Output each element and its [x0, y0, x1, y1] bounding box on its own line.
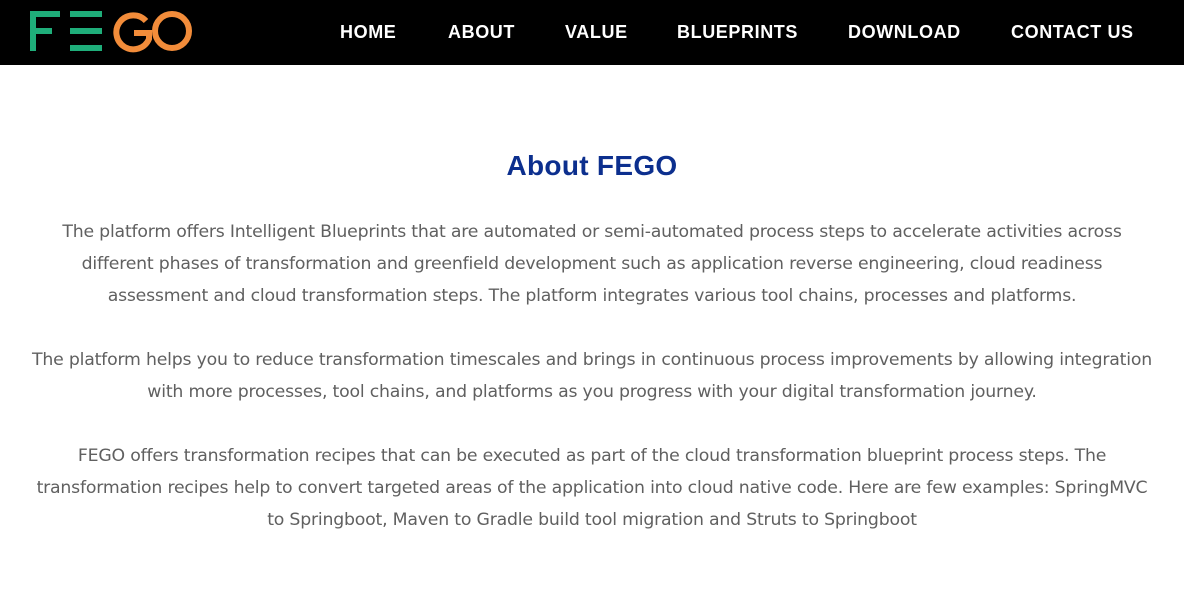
nav-contact-us-link[interactable]: CONTACT US [1011, 20, 1134, 44]
nav-blueprints-link[interactable]: BLUEPRINTS [677, 20, 798, 44]
nav-about-link[interactable]: ABOUT [448, 20, 515, 44]
about-paragraph-recipes: FEGO offers transformation recipes that … [36, 446, 1148, 530]
about-paragraph-blueprints: The platform offers Intelligent Blueprin… [62, 222, 1122, 306]
nav-value-link[interactable]: VALUE [565, 20, 628, 44]
about-section: About FEGO The platform offers Intellige… [0, 65, 1184, 605]
main-nav: HOME ABOUT VALUE BLUEPRINTS DOWNLOAD CON… [0, 0, 1184, 65]
top-navbar: HOME ABOUT VALUE BLUEPRINTS DOWNLOAD CON… [0, 0, 1184, 65]
about-paragraph-timescales: The platform helps you to reduce transfo… [32, 350, 1152, 402]
nav-home-link[interactable]: HOME [340, 20, 396, 44]
page-title: About FEGO [506, 150, 678, 181]
nav-download-link[interactable]: DOWNLOAD [848, 20, 961, 44]
